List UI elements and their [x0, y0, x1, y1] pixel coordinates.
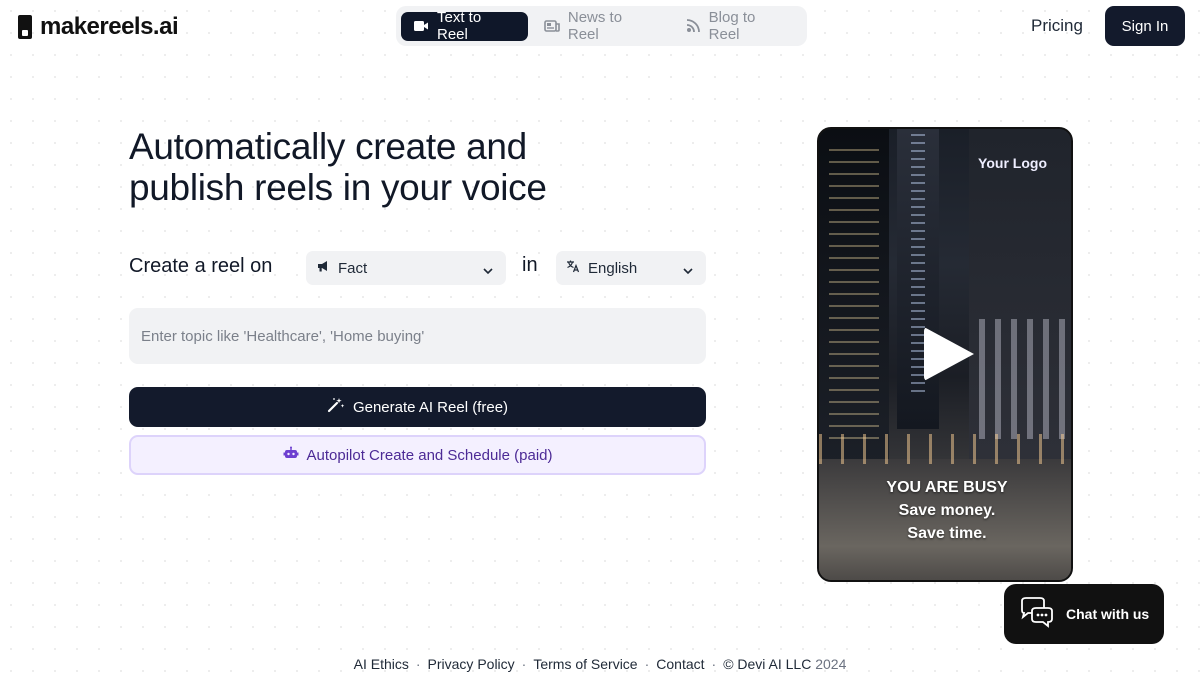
news-icon — [544, 18, 560, 34]
magic-wand-icon — [327, 397, 345, 417]
pricing-link[interactable]: Pricing — [1031, 16, 1083, 36]
autopilot-button[interactable]: Autopilot Create and Schedule (paid) — [129, 435, 706, 475]
logo-text: makereels.ai — [40, 13, 179, 40]
footer-link-contact[interactable]: Contact — [656, 656, 704, 672]
topic-input[interactable] — [129, 308, 706, 364]
logo[interactable]: makereels.ai — [18, 13, 179, 41]
logo-mark-icon — [18, 15, 32, 39]
video-icon — [413, 18, 429, 34]
footer-link-privacy[interactable]: Privacy Policy — [428, 656, 515, 672]
separator-dot: · — [644, 656, 650, 672]
video-caption-2: Save money. — [898, 502, 996, 519]
chat-bubbles-icon — [1018, 596, 1054, 632]
autopilot-label: Autopilot Create and Schedule (paid) — [306, 446, 553, 464]
generate-label: Generate AI Reel (free) — [352, 398, 509, 416]
tab-label: News to Reel — [567, 9, 623, 43]
page-title: Automatically create and publish reels i… — [129, 126, 689, 208]
robot-icon — [283, 446, 299, 464]
tab-text-to-reel[interactable]: Text to Reel — [401, 9, 528, 43]
in-label: in — [522, 254, 538, 276]
footer-link-terms[interactable]: Terms of Service — [533, 656, 637, 672]
megaphone-icon — [316, 259, 330, 277]
reel-type-select[interactable]: Fact — [306, 251, 506, 285]
building-center-lights — [911, 134, 925, 394]
create-label: Create a reel on — [129, 255, 273, 277]
tab-blog-to-reel[interactable]: Blog to Reel — [673, 9, 802, 43]
play-icon[interactable] — [924, 327, 974, 381]
translate-icon — [566, 259, 580, 277]
chat-label: Chat with us — [1066, 606, 1150, 622]
building-left-windows — [829, 149, 879, 449]
video-logo-text: Your Logo — [978, 155, 1047, 171]
sign-in-button[interactable]: Sign In — [1105, 6, 1185, 46]
generate-reel-button[interactable]: Generate AI Reel (free) — [129, 387, 706, 427]
copyright: © Devi AI LLC — [723, 656, 812, 672]
headline-line-2: publish reels in your voice — [129, 167, 547, 208]
chevron-down-icon — [482, 263, 494, 280]
street-lights — [819, 434, 1071, 464]
street — [819, 459, 1071, 580]
reel-type-value: Fact — [338, 259, 368, 277]
separator-dot: · — [415, 656, 421, 672]
headline-line-1: Automatically create and — [129, 126, 527, 167]
copyright-year: 2024 — [815, 656, 847, 672]
header: makereels.ai Text to Reel News to Reel B… — [0, 0, 1200, 52]
tab-label: Text to Reel — [437, 9, 482, 43]
tab-news-to-reel[interactable]: News to Reel — [532, 9, 669, 43]
video-preview[interactable]: Your Logo YOU ARE BUSY Save money. Save … — [817, 127, 1073, 582]
tab-label: Blog to Reel — [708, 9, 756, 43]
chat-widget-button[interactable]: Chat with us — [1004, 584, 1164, 644]
language-value: English — [588, 259, 638, 277]
video-caption-3: Save time. — [907, 525, 987, 542]
footer: AI Ethics · Privacy Policy · Terms of Servic… — [0, 656, 1200, 672]
separator-dot: · — [521, 656, 527, 672]
separator-dot: · — [711, 656, 717, 672]
language-select[interactable]: English — [556, 251, 706, 285]
chevron-down-icon — [682, 263, 694, 280]
rss-icon — [685, 18, 701, 34]
video-caption-1: YOU ARE BUSY — [886, 479, 1008, 496]
mode-tabs: Text to Reel News to Reel Blog to Reel — [396, 6, 807, 46]
building-right-windows — [979, 319, 1069, 439]
create-row: Create a reel on Fact in English — [129, 251, 706, 285]
footer-link-ai-ethics[interactable]: AI Ethics — [354, 656, 409, 672]
